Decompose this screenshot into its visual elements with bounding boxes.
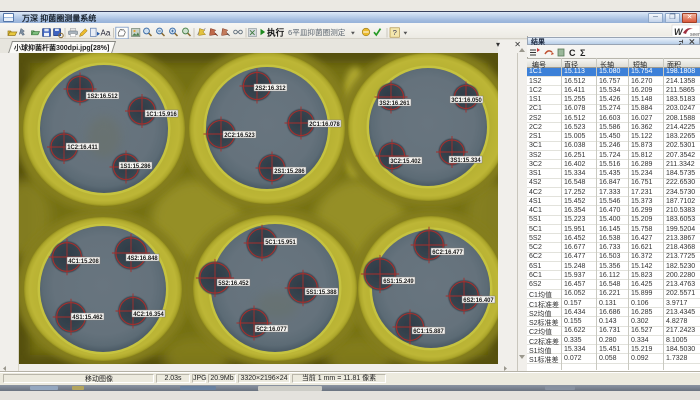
svg-text:6S1:15.249: 6S1:15.249 [383,279,414,285]
svg-text:6C1:15.887: 6C1:15.887 [413,329,444,335]
svg-text:Aa: Aa [101,28,111,37]
svg-text:2S1:15.286: 2S1:15.286 [274,169,305,175]
svg-text:3S2:16.261: 3S2:16.261 [379,101,410,107]
svg-text:1C2:16.411: 1C2:16.411 [67,145,98,151]
svg-text:3S1:15.334: 3S1:15.334 [450,158,481,164]
svg-text:1C1:15.916: 1C1:15.916 [146,112,177,118]
svg-text:6平皿抑菌圈测定: 6平皿抑菌圈测定 [288,27,346,37]
svg-text:5C1:15.951: 5C1:15.951 [265,240,296,246]
svg-text:执行: 执行 [267,26,285,37]
svg-text:2C1:16.078: 2C1:16.078 [309,122,340,128]
svg-text:2C2:16.523: 2C2:16.523 [224,133,255,139]
svg-text:6C2:16.477: 6C2:16.477 [432,250,463,256]
svg-text:?: ? [393,28,397,37]
svg-text:1S2:16.512: 1S2:16.512 [87,94,118,100]
svg-text:4S2:16.848: 4S2:16.848 [127,256,158,262]
svg-text:6S2:16.407: 6S2:16.407 [463,298,494,304]
svg-text:4S1:15.462: 4S1:15.462 [72,315,103,321]
svg-text:Σ: Σ [580,48,586,58]
svg-text:4C2:16.354: 4C2:16.354 [133,312,164,318]
svg-text:5C2:16.077: 5C2:16.077 [256,327,287,333]
svg-text:3C1:16.050: 3C1:16.050 [451,98,482,104]
svg-text:5S1:15.388: 5S1:15.388 [306,290,337,296]
svg-text:1S1:15.286: 1S1:15.286 [120,164,151,170]
svg-text:C: C [569,48,576,58]
svg-text:3C2:15.402: 3C2:15.402 [390,159,421,165]
svg-text:2S2:16.312: 2S2:16.312 [255,86,286,92]
svg-text:5S2:16.452: 5S2:16.452 [218,281,249,287]
svg-text:4C1:15.208: 4C1:15.208 [68,259,99,265]
